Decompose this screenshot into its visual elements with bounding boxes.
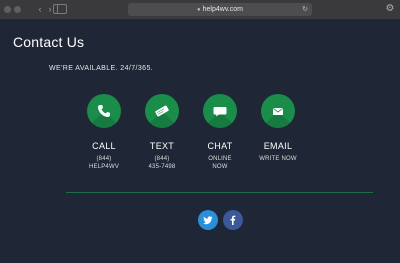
- url-text: help4wv.com: [202, 6, 243, 13]
- sidebar-toggle-icon[interactable]: [53, 4, 67, 14]
- facebook-icon: [230, 215, 236, 225]
- lock-icon: ●: [197, 7, 201, 13]
- chat-bubble-icon: [213, 107, 227, 117]
- phone-icon: [98, 105, 110, 117]
- contact-email[interactable]: EMAIL WRITE NOW: [250, 94, 306, 163]
- call-button[interactable]: [87, 94, 121, 128]
- email-button[interactable]: [261, 94, 295, 128]
- contact-detail-line: (844): [96, 156, 112, 162]
- contact-detail-line: NOW: [212, 164, 228, 170]
- settings-gear-icon[interactable]: ⚙: [384, 3, 396, 15]
- contact-call[interactable]: CALL (844) HELP4WV: [76, 94, 132, 171]
- contact-detail: (844) HELP4WV: [76, 155, 132, 171]
- chat-button[interactable]: [203, 94, 237, 128]
- browser-toolbar: ‹ › ● help4wv.com ↻ ⚙: [0, 0, 400, 20]
- envelope-icon: [273, 108, 283, 115]
- contact-detail: WRITE NOW: [250, 155, 306, 163]
- twitter-button[interactable]: [198, 210, 218, 230]
- contact-detail-line: (844): [154, 156, 170, 162]
- minimize-window-button[interactable]: [14, 6, 21, 13]
- availability-text: WE'RE AVAILABLE. 24/7/365.: [49, 65, 154, 72]
- contact-label: CALL: [92, 141, 116, 151]
- contact-text[interactable]: TEXT (844) 435-7498: [134, 94, 190, 171]
- contact-label: EMAIL: [263, 141, 293, 151]
- facebook-button[interactable]: [223, 210, 243, 230]
- section-divider: [66, 192, 373, 193]
- contact-chat[interactable]: CHAT ONLINE NOW: [192, 94, 248, 171]
- reload-icon[interactable]: ↻: [302, 3, 308, 16]
- page-title: Contact Us: [13, 34, 85, 50]
- text-button[interactable]: [145, 94, 179, 128]
- address-bar[interactable]: ● help4wv.com ↻: [128, 3, 312, 16]
- contact-detail-line: HELP4WV: [88, 164, 120, 170]
- message-icon: [155, 105, 169, 117]
- contact-label: TEXT: [149, 141, 175, 151]
- contact-detail: ONLINE NOW: [192, 155, 248, 171]
- twitter-icon: [203, 216, 213, 225]
- contact-detail: (844) 435-7498: [134, 155, 190, 171]
- close-window-button[interactable]: [4, 6, 11, 13]
- contact-detail-line: ONLINE: [208, 156, 232, 162]
- contact-label: CHAT: [207, 141, 233, 151]
- contact-detail-line: WRITE NOW: [259, 156, 297, 162]
- contact-detail-line: 435-7498: [148, 164, 176, 170]
